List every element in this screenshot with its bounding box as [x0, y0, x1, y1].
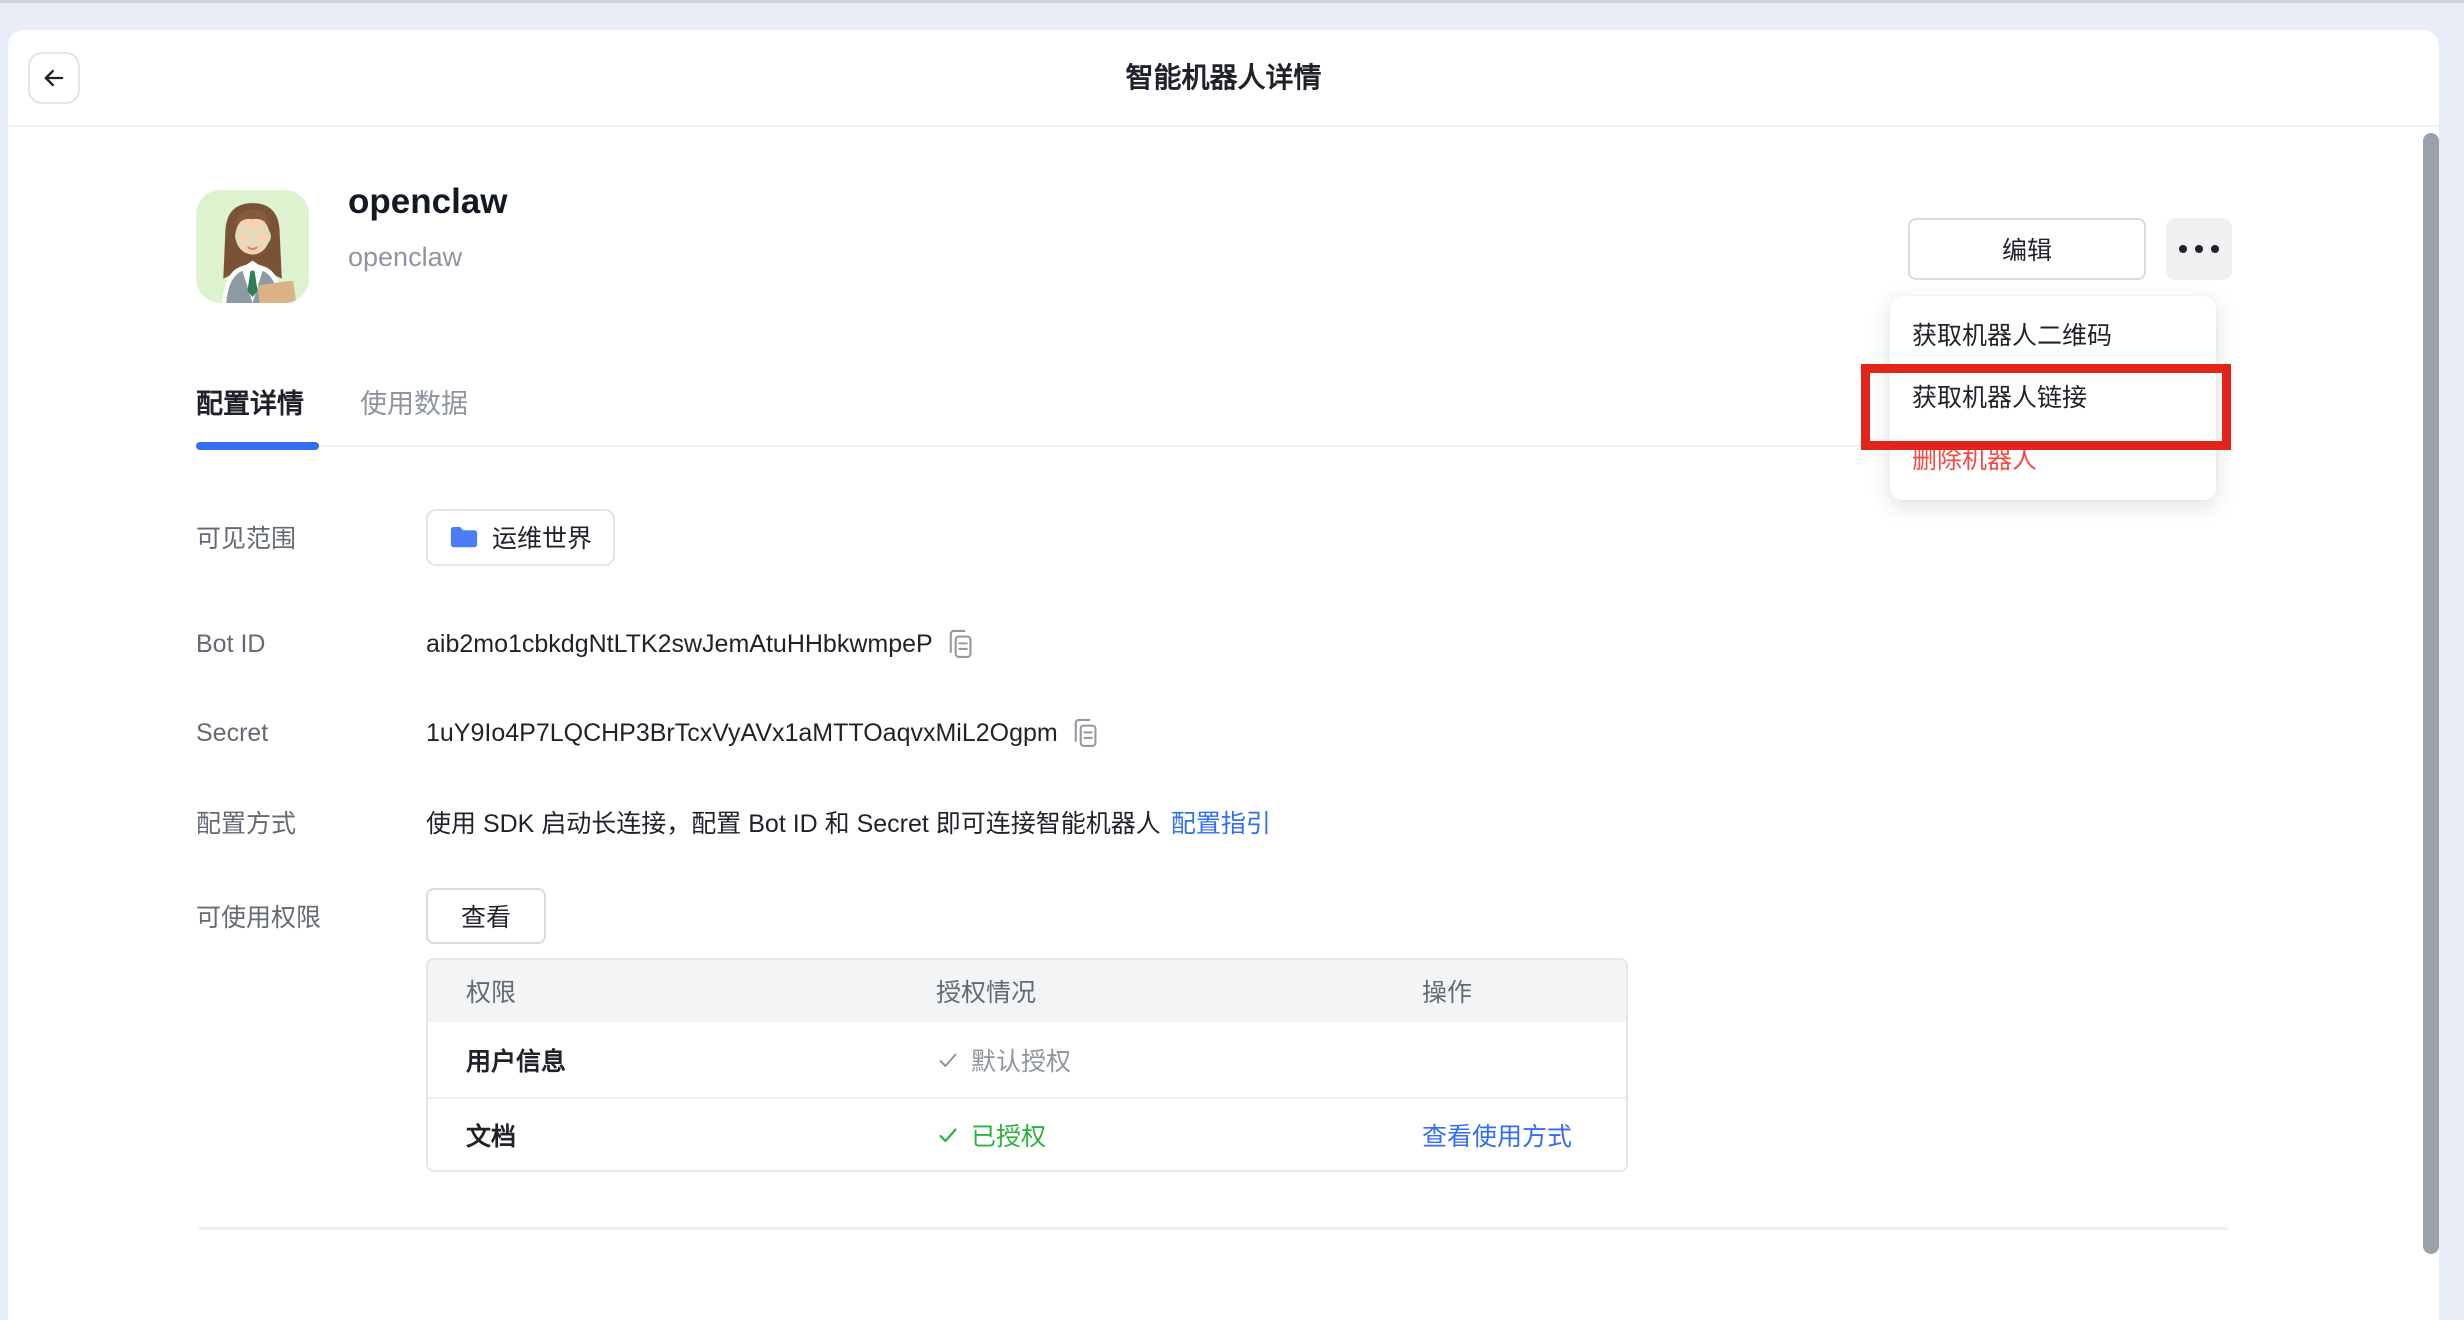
tab-config-details[interactable]: 配置详情	[196, 382, 304, 449]
copy-secret-button[interactable]	[1070, 717, 1100, 749]
field-row-config-method: 配置方式 使用 SDK 启动长连接，配置 Bot ID 和 Secret 即可连…	[196, 802, 1271, 842]
edit-button[interactable]: 编辑	[1908, 218, 2146, 280]
field-row-secret: Secret 1uY9Io4P7LQCHP3BrTcxVyAVx1aMTTOaq…	[196, 713, 1100, 753]
column-header-action: 操作	[1422, 973, 1626, 1009]
check-icon	[936, 1123, 960, 1147]
column-header-permission: 权限	[428, 973, 936, 1009]
field-label: 可使用权限	[196, 898, 426, 934]
bot-description: openclaw	[348, 242, 462, 273]
config-method-text: 使用 SDK 启动长连接，配置 Bot ID 和 Secret 即可连接智能机器…	[426, 804, 1161, 840]
field-row-visibility: 可见范围 运维世界	[196, 508, 615, 566]
permission-status: 默认授权	[971, 1042, 1071, 1078]
bot-id-value: aib2mo1cbkdgNtLTK2swJemAtuHHbkwmpeP	[426, 630, 933, 659]
section-divider	[199, 1227, 2228, 1230]
menu-item-delete-bot[interactable]: 删除机器人	[1890, 429, 2216, 491]
bot-name: openclaw	[348, 182, 507, 222]
bot-avatar	[196, 190, 309, 303]
permission-table: 权限 授权情况 操作 用户信息 默认授权 文档 已授权 查看使用方式	[426, 958, 1628, 1172]
more-actions-menu: 获取机器人二维码 获取机器人链接 删除机器人	[1890, 296, 2216, 500]
bot-detail-card: 智能机器人详情 openclaw openclaw 编辑 配置详情 使用数据	[8, 30, 2439, 1320]
visibility-scope-name: 运维世界	[492, 519, 592, 555]
permission-name: 文档	[428, 1117, 936, 1153]
page-title: 智能机器人详情	[8, 30, 2439, 125]
visibility-scope-chip[interactable]: 运维世界	[426, 509, 615, 566]
active-tab-underline	[196, 442, 319, 450]
field-row-bot-id: Bot ID aib2mo1cbkdgNtLTK2swJemAtuHHbkwmp…	[196, 624, 975, 664]
permission-status: 已授权	[971, 1117, 1046, 1153]
field-row-permissions: 可使用权限 查看	[196, 888, 546, 944]
folder-icon	[449, 524, 479, 550]
menu-item-get-qrcode[interactable]: 获取机器人二维码	[1890, 305, 2216, 367]
tab-usage-data[interactable]: 使用数据	[360, 382, 468, 449]
field-label: 可见范围	[196, 519, 426, 555]
copy-bot-id-button[interactable]	[945, 628, 975, 660]
table-row-docs: 文档 已授权 查看使用方式	[428, 1097, 1626, 1170]
permission-name: 用户信息	[428, 1042, 936, 1078]
field-label: 配置方式	[196, 804, 426, 840]
vertical-scrollbar-thumb[interactable]	[2423, 133, 2439, 1254]
page-header: 智能机器人详情	[8, 30, 2439, 127]
secret-value: 1uY9Io4P7LQCHP3BrTcxVyAVx1aMTTOaqvxMiL2O…	[426, 719, 1058, 748]
field-label: Secret	[196, 719, 426, 748]
check-icon	[936, 1048, 960, 1072]
permission-table-header: 权限 授权情况 操作	[428, 960, 1626, 1022]
column-header-status: 授权情况	[936, 973, 1422, 1009]
view-permissions-button[interactable]: 查看	[426, 888, 546, 944]
more-actions-button[interactable]	[2166, 218, 2232, 280]
table-row-user-info: 用户信息 默认授权	[428, 1022, 1626, 1097]
field-label: Bot ID	[196, 630, 426, 659]
menu-item-get-link[interactable]: 获取机器人链接	[1890, 367, 2216, 429]
more-dots-icon	[2179, 245, 2187, 253]
tab-bar: 配置详情 使用数据	[196, 382, 468, 449]
config-guide-link[interactable]: 配置指引	[1171, 804, 1271, 840]
view-usage-link[interactable]: 查看使用方式	[1422, 1123, 1572, 1151]
